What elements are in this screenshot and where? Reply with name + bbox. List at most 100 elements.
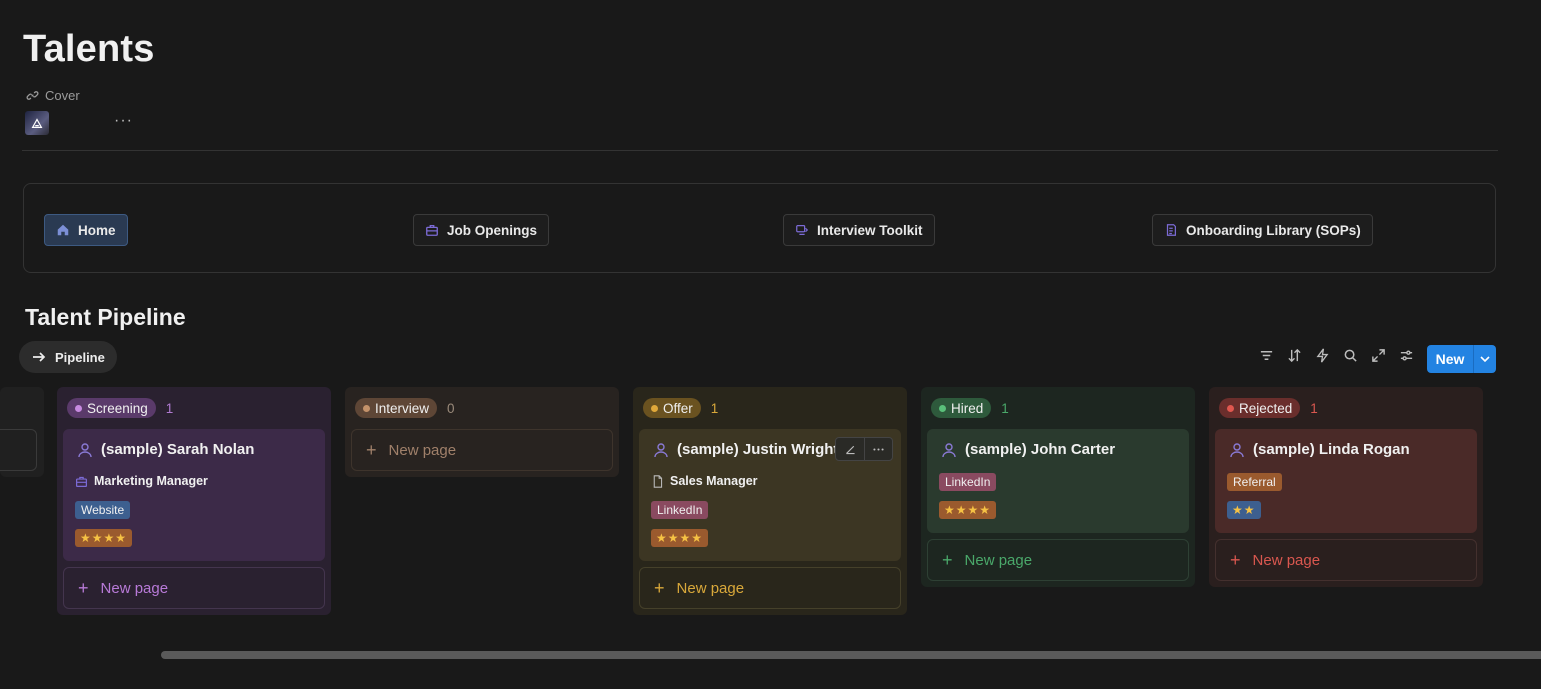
cover-label: Cover <box>45 88 80 103</box>
expand-icon[interactable] <box>1370 347 1386 363</box>
status-label: Offer <box>663 400 693 416</box>
search-icon[interactable] <box>1342 347 1358 363</box>
status-pill-rejected[interactable]: Rejected <box>1219 398 1301 418</box>
toolkit-icon <box>796 225 809 235</box>
rating-stars: ★★★★ <box>651 529 709 547</box>
column-count: 1 <box>1001 400 1009 416</box>
column-count: 1 <box>1310 400 1318 416</box>
board-column-hired: Hired 1 (sample) John Carter LinkedIn ★★… <box>921 387 1195 587</box>
arrow-right-icon <box>33 352 46 362</box>
briefcase-icon <box>76 476 87 487</box>
new-button[interactable]: New <box>1427 345 1496 373</box>
status-label: Interview <box>375 400 430 416</box>
chevron-down-icon <box>1480 356 1490 363</box>
partial-new-page[interactable] <box>0 429 37 471</box>
person-icon <box>78 442 92 457</box>
nav-home-button[interactable]: Home <box>44 214 128 246</box>
card-role: Marketing Manager <box>94 474 208 488</box>
source-tag: LinkedIn <box>939 473 997 491</box>
nav-onboarding-library-label: Onboarding Library (SOPs) <box>1186 222 1361 238</box>
new-page-button[interactable]: + New page <box>927 539 1189 581</box>
new-button-label[interactable]: New <box>1427 345 1474 373</box>
card-linda-rogan[interactable]: (sample) Linda Rogan Referral ★★ <box>1215 429 1477 533</box>
status-label: Hired <box>951 400 984 416</box>
new-page-button[interactable]: + New page <box>639 567 901 609</box>
new-page-label: New page <box>1252 551 1321 569</box>
navigation-bar: Home Job Openings Interview Toolkit Onbo… <box>23 183 1496 273</box>
new-page-button[interactable]: + New page <box>1215 539 1477 581</box>
cover-property[interactable]: Cover <box>26 88 80 103</box>
section-title[interactable]: Talent Pipeline <box>25 304 186 331</box>
nav-interview-toolkit-label: Interview Toolkit <box>817 222 923 238</box>
page-title[interactable]: Talents <box>23 28 155 71</box>
new-page-button[interactable]: + New page <box>63 567 325 609</box>
plus-icon: + <box>1230 549 1241 570</box>
status-label: Rejected <box>1239 400 1293 416</box>
settings-icon[interactable] <box>1398 347 1414 363</box>
nav-job-openings-button[interactable]: Job Openings <box>413 214 550 246</box>
board-column-partial <box>0 387 44 477</box>
new-page-label: New page <box>964 551 1033 569</box>
divider <box>22 150 1498 151</box>
plus-icon: + <box>366 439 377 460</box>
person-icon <box>1230 442 1244 457</box>
column-count: 0 <box>447 400 455 416</box>
link-icon <box>26 91 39 100</box>
nav-interview-toolkit-button[interactable]: Interview Toolkit <box>783 214 935 246</box>
person-icon <box>654 442 668 457</box>
new-dropdown-button[interactable] <box>1474 345 1496 373</box>
new-page-label: New page <box>100 579 169 597</box>
card-title: (sample) John Carter <box>965 441 1116 458</box>
database-toolbar <box>1258 347 1414 363</box>
nav-onboarding-library-button[interactable]: Onboarding Library (SOPs) <box>1152 214 1373 246</box>
view-tab-pipeline[interactable]: Pipeline <box>19 341 117 373</box>
document-icon <box>653 474 663 488</box>
briefcase-icon <box>426 224 438 236</box>
view-tab-label: Pipeline <box>55 349 105 365</box>
status-label: Screening <box>87 400 148 416</box>
person-icon <box>942 442 956 457</box>
rating-stars: ★★★★ <box>939 501 997 519</box>
new-page-label: New page <box>388 441 457 459</box>
nav-job-openings-label: Job Openings <box>447 222 538 238</box>
card-john-carter[interactable]: (sample) John Carter LinkedIn ★★★★ <box>927 429 1189 533</box>
page-icon[interactable] <box>25 111 49 135</box>
board-column-rejected: Rejected 1 (sample) Linda Rogan Referral… <box>1209 387 1483 587</box>
filter-icon[interactable] <box>1258 347 1274 363</box>
card-justin-wright[interactable]: (sample) Justin Wright Sales Manager Lin… <box>639 429 901 561</box>
plus-icon: + <box>942 549 953 570</box>
plus-icon: + <box>654 577 665 598</box>
column-count: 1 <box>165 400 174 416</box>
horizontal-scrollbar[interactable] <box>161 651 1541 659</box>
more-options-icon[interactable]: ··· <box>114 112 133 130</box>
book-icon <box>1166 224 1176 236</box>
status-pill-interview[interactable]: Interview <box>355 398 438 418</box>
status-pill-hired[interactable]: Hired <box>931 398 992 418</box>
source-tag: Referral <box>1227 473 1282 491</box>
card-actions <box>835 437 893 461</box>
board-column-interview: Interview 0 + New page <box>345 387 619 477</box>
status-pill-screening[interactable]: Screening <box>67 398 156 418</box>
board-column-offer: Offer 1 (sample) Justin Wright Sales Man… <box>633 387 907 615</box>
card-sarah-nolan[interactable]: (sample) Sarah Nolan Marketing Manager W… <box>63 429 325 561</box>
rating-stars: ★★★★ <box>75 529 133 547</box>
card-title: (sample) Linda Rogan <box>1253 441 1410 458</box>
nav-home-label: Home <box>78 222 116 238</box>
home-icon <box>57 224 69 236</box>
card-role: Sales Manager <box>670 474 758 488</box>
source-tag: Website <box>75 501 131 519</box>
new-page-label: New page <box>676 579 745 597</box>
sort-icon[interactable] <box>1286 347 1302 363</box>
column-count: 1 <box>710 400 719 416</box>
source-tag: LinkedIn <box>651 501 709 519</box>
board-column-screening: Screening 1 (sample) Sarah Nolan Marketi… <box>57 387 331 615</box>
new-page-button[interactable]: + New page <box>351 429 613 471</box>
card-title: (sample) Justin Wright <box>677 441 839 458</box>
status-pill-offer[interactable]: Offer <box>643 398 701 418</box>
edit-icon[interactable] <box>836 438 864 460</box>
image-icon <box>31 118 43 128</box>
automation-icon[interactable] <box>1314 347 1330 363</box>
card-title: (sample) Sarah Nolan <box>101 441 255 458</box>
more-icon[interactable] <box>864 438 892 460</box>
plus-icon: + <box>78 577 89 598</box>
